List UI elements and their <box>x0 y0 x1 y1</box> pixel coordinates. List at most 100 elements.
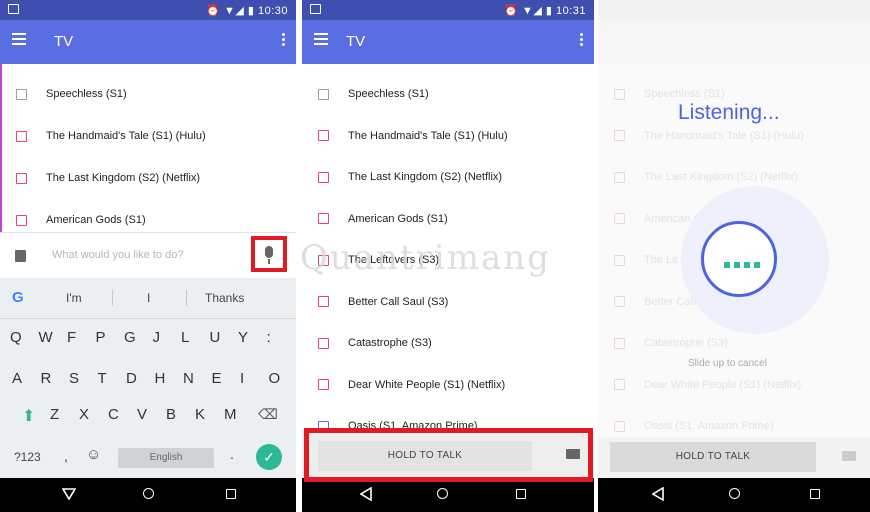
checkbox[interactable] <box>318 379 329 390</box>
calendar-icon[interactable] <box>15 250 26 262</box>
checkbox[interactable] <box>318 88 329 100</box>
microphone-button[interactable] <box>251 236 287 272</box>
status-time: 10:30 <box>257 5 288 17</box>
list-item[interactable]: Better Call Saul (S3) <box>302 281 594 323</box>
key-j[interactable]: J <box>153 329 161 346</box>
key-w[interactable]: W <box>39 329 53 346</box>
key-i[interactable]: I <box>240 370 244 387</box>
hold-to-talk-button[interactable]: HOLD TO TALK <box>610 442 816 472</box>
menu-icon[interactable] <box>314 33 328 45</box>
back-icon[interactable] <box>652 487 664 501</box>
list-item-label: The Handmaid's Tale (S1) (Hulu) <box>46 130 206 142</box>
checkbox[interactable] <box>318 171 329 183</box>
status-bar <box>598 0 870 20</box>
home-icon[interactable] <box>143 488 154 499</box>
checkbox <box>614 379 625 390</box>
key-g[interactable]: G <box>124 329 136 346</box>
key-colon[interactable]: : <box>267 329 271 346</box>
checkbox[interactable] <box>16 214 27 226</box>
keyboard-icon[interactable] <box>842 451 856 461</box>
checkbox[interactable] <box>318 337 329 349</box>
back-icon[interactable] <box>62 488 76 500</box>
list-item[interactable]: The Handmaid's Tale (S1) (Hulu) <box>302 115 594 157</box>
key-h[interactable]: H <box>155 370 166 387</box>
checkbox[interactable] <box>16 172 27 184</box>
list-item[interactable]: The Leftovers (S3) <box>302 239 594 281</box>
space-key[interactable]: English <box>118 448 214 468</box>
home-icon[interactable] <box>729 488 740 499</box>
list-item[interactable]: Speechless (S1) <box>302 73 594 115</box>
symbols-key[interactable]: ?123 <box>14 450 41 464</box>
key-z[interactable]: Z <box>50 406 59 423</box>
key-o[interactable]: O <box>269 370 281 387</box>
list-item-label: The Last Kingdom (S2) (Netflix) <box>348 171 503 183</box>
emoji-key-icon[interactable]: ☺ <box>86 446 101 463</box>
key-f[interactable]: F <box>67 329 76 346</box>
key-t[interactable]: T <box>98 370 107 387</box>
notification-icon <box>8 4 19 14</box>
key-u[interactable]: U <box>210 329 221 346</box>
list-item-label: Dear White People (S1) (Netflix) <box>348 378 506 391</box>
key-r[interactable]: R <box>41 370 52 387</box>
period-key[interactable]: . <box>230 446 234 462</box>
list-item-label: The Last Kingdom (S2) (Netflix) <box>46 172 201 184</box>
faded-list-item-label: The Le <box>644 254 679 266</box>
key-k[interactable]: K <box>195 406 205 423</box>
checkbox <box>614 254 625 266</box>
list-item[interactable]: The Handmaid's Tale (S1) (Hulu) <box>0 115 296 157</box>
comma-key[interactable]: , <box>64 448 68 464</box>
key-e[interactable]: E <box>212 370 222 387</box>
key-d[interactable]: D <box>126 370 137 387</box>
checkbox[interactable] <box>16 88 27 100</box>
key-v[interactable]: V <box>137 406 147 423</box>
overflow-menu-icon[interactable] <box>580 33 584 48</box>
key-b[interactable]: B <box>166 406 176 423</box>
key-p[interactable]: P <box>96 329 106 346</box>
key-x[interactable]: X <box>79 406 89 423</box>
slide-cancel-hint: Slide up to cancel <box>688 358 767 369</box>
key-q[interactable]: Q <box>10 329 22 346</box>
recents-icon[interactable] <box>516 489 526 499</box>
key-y[interactable]: Y <box>238 329 248 346</box>
listening-dots-icon <box>724 255 764 268</box>
list-item[interactable]: The Last Kingdom (S2) (Netflix) <box>0 157 296 199</box>
checkbox[interactable] <box>16 130 27 142</box>
key-l[interactable]: L <box>181 329 189 346</box>
suggestion-strip: G I'm I Thanks <box>0 278 296 319</box>
faded-list-item: Dear White People (S1) (Netflix) <box>598 364 870 406</box>
backspace-key-icon[interactable]: ⌫ <box>258 406 278 423</box>
faded-list-item-label: The Last Kingdom (S2) (Netflix) <box>644 171 799 183</box>
key-c[interactable]: C <box>108 406 119 423</box>
list-item-label: The Leftovers (S3) <box>348 254 440 266</box>
listening-label: Listening... <box>678 101 780 124</box>
checkbox[interactable] <box>318 213 329 224</box>
checkbox[interactable] <box>318 296 329 307</box>
google-icon[interactable]: G <box>12 289 24 306</box>
enter-check-icon[interactable]: ✓ <box>256 444 282 470</box>
suggestion-2[interactable]: I <box>147 291 150 305</box>
key-m[interactable]: M <box>224 406 237 423</box>
shift-key-icon[interactable]: ⬆ <box>22 406 35 426</box>
list-item-label: Catastrophe (S3) <box>348 337 432 349</box>
list-item[interactable]: The Last Kingdom (S2) (Netflix) <box>302 156 594 198</box>
key-s[interactable]: S <box>69 370 79 387</box>
list-item[interactable]: Dear White People (S1) (Netflix) <box>302 364 594 406</box>
list-item[interactable]: American Gods (S1) <box>302 198 594 240</box>
checkbox[interactable] <box>318 130 329 141</box>
home-icon[interactable] <box>437 488 448 499</box>
suggestion-1[interactable]: I'm <box>66 291 82 305</box>
suggestion-3[interactable]: Thanks <box>205 291 244 305</box>
menu-icon[interactable] <box>12 33 26 45</box>
key-row-bottom: ?123 , ☺ English . ✓ <box>0 438 296 478</box>
list-item-label: American Gods (S1) <box>348 212 448 225</box>
list-item[interactable]: Speechless (S1) <box>0 73 296 115</box>
key-a[interactable]: A <box>12 370 22 387</box>
list-item[interactable]: Catastrophe (S3) <box>302 322 594 364</box>
overflow-menu-icon[interactable] <box>282 33 286 48</box>
task-input[interactable]: What would you like to do? <box>52 249 183 261</box>
checkbox[interactable] <box>318 254 329 266</box>
recents-icon[interactable] <box>226 489 236 499</box>
recents-icon[interactable] <box>810 489 820 499</box>
key-n[interactable]: N <box>183 370 194 387</box>
back-icon[interactable] <box>360 487 372 501</box>
